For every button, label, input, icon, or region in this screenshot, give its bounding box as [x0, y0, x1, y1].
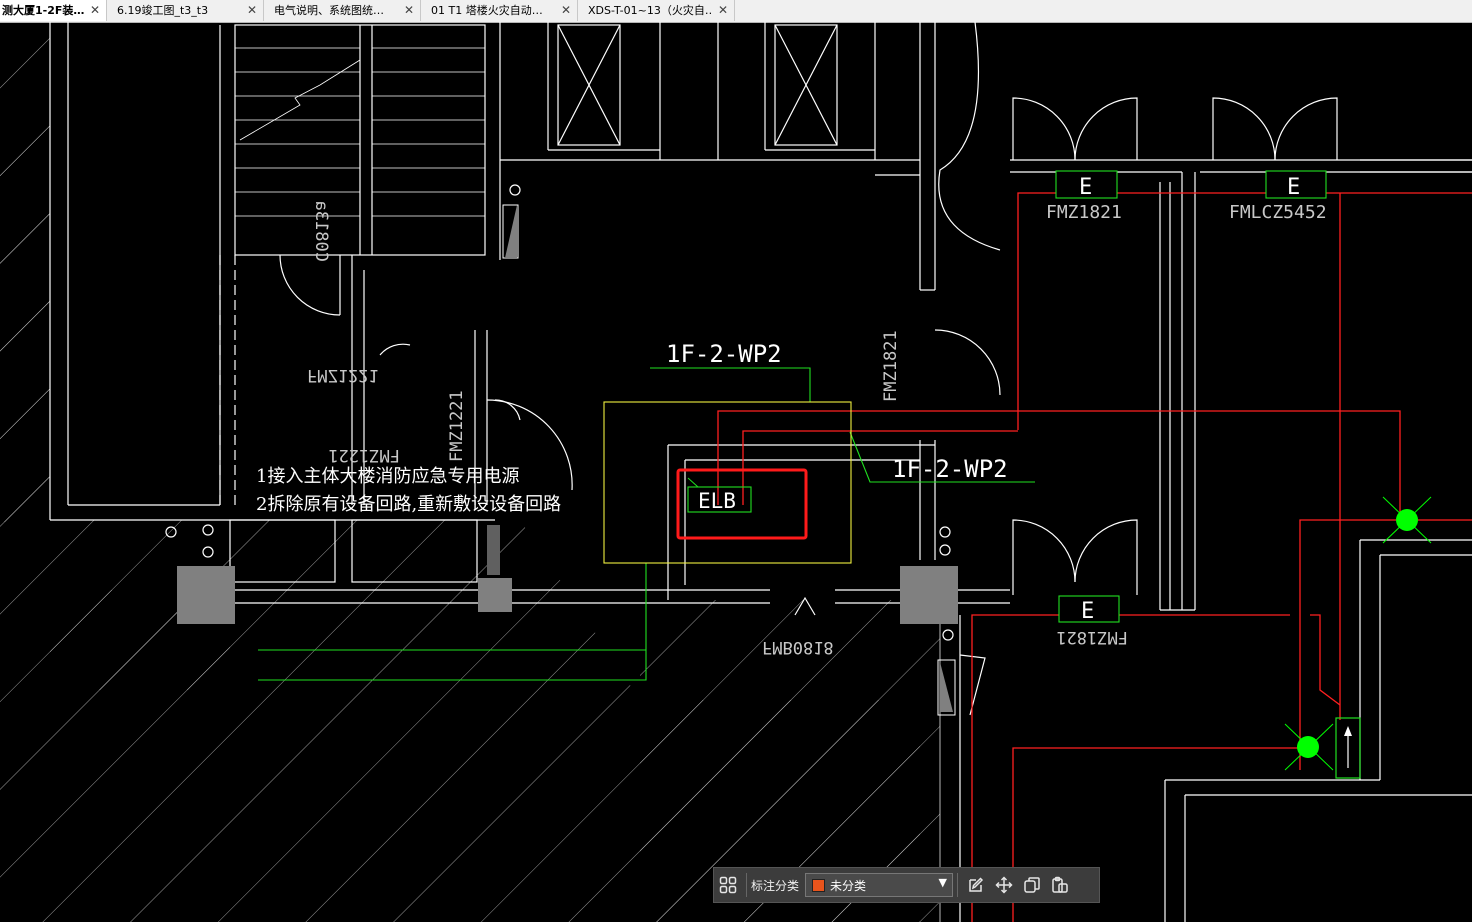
chevron-down-icon: ▼	[938, 876, 948, 889]
exit-sign-label: E	[1079, 175, 1092, 200]
close-icon[interactable]: ✕	[561, 0, 571, 21]
cad-drawing-canvas[interactable]: 1F-2-WP2 1F-2-WP2 ELB E E E FMZ1821 FMLC…	[0, 22, 1472, 922]
wall-hatching	[0, 22, 940, 922]
category-selected-value: 未分类	[830, 878, 867, 893]
emergency-lamp-icon[interactable]	[1284, 496, 1432, 771]
door-label-fmz1221: FMZ1221	[307, 365, 379, 385]
annotation-toolbar: 标注分类 未分类 ▼	[713, 867, 1100, 903]
move-icon[interactable]	[990, 871, 1018, 899]
category-select[interactable]: 未分类 ▼	[805, 873, 954, 897]
wp2-label-lower: 1F-2-WP2	[892, 455, 1008, 483]
exit-sign-label: E	[1287, 175, 1300, 200]
paste-icon[interactable]	[1046, 871, 1074, 899]
category-color-swatch	[812, 878, 826, 892]
tab-label: 测大厦1-2F装…	[2, 4, 84, 17]
document-tab-bar: 测大厦1-2F装… ✕ 6.19竣工图_t3_t3 ✕ 电气说明、系统图统… ✕…	[0, 0, 1472, 23]
toolbar-divider	[746, 873, 747, 897]
door-label-fmb0818: FMB0818	[762, 637, 834, 657]
grid-icon[interactable]	[714, 871, 742, 899]
tab-document-1[interactable]: 测大厦1-2F装… ✕	[0, 0, 107, 21]
door-label-fmz1821-vertical: FMZ1821	[881, 330, 901, 402]
tab-label: XDS-T-01~13（火灾自…	[588, 4, 712, 17]
tab-document-2[interactable]: 6.19竣工图_t3_t3 ✕	[107, 0, 264, 21]
copy-icon[interactable]	[1018, 871, 1046, 899]
tab-label: 6.19竣工图_t3_t3	[117, 4, 209, 17]
close-icon[interactable]: ✕	[718, 0, 728, 21]
door-label-fmz1821: FMZ1821	[1046, 202, 1122, 223]
tab-document-3[interactable]: 电气说明、系统图统… ✕	[264, 0, 421, 21]
door-label-fmlcz5452: FMLCZ5452	[1229, 202, 1327, 223]
close-icon[interactable]: ✕	[404, 0, 414, 21]
exit-arrow-icon	[1335, 717, 1361, 779]
tab-label: 电气说明、系统图统…	[274, 4, 384, 17]
toolbar-divider	[957, 873, 959, 897]
tab-document-4[interactable]: 01 T1 塔楼火灾自动… ✕	[421, 0, 578, 21]
window-label-c0813a: C0813a	[311, 201, 331, 262]
close-icon[interactable]: ✕	[247, 0, 257, 21]
drawing-note-2: 2拆除原有设备回路,重新敷设设备回路	[256, 494, 562, 515]
door-label-fmz1221-vertical: FMZ1221	[447, 390, 467, 462]
close-icon[interactable]: ✕	[90, 0, 100, 21]
elb-label: ELB	[698, 489, 736, 513]
edit-icon[interactable]	[962, 871, 990, 899]
drawing-note-1: 1接入主体大楼消防应急专用电源	[256, 466, 520, 487]
door-label-fmz1821-rotated: FMZ1821	[1056, 627, 1128, 647]
tab-document-5[interactable]: XDS-T-01~13（火灾自… ✕	[578, 0, 735, 21]
exit-signs	[1055, 170, 1327, 623]
category-label: 标注分类	[751, 878, 800, 893]
tab-label: 01 T1 塔楼火灾自动…	[431, 4, 543, 17]
exit-sign-label: E	[1081, 599, 1094, 624]
wp2-label-upper: 1F-2-WP2	[666, 340, 782, 368]
